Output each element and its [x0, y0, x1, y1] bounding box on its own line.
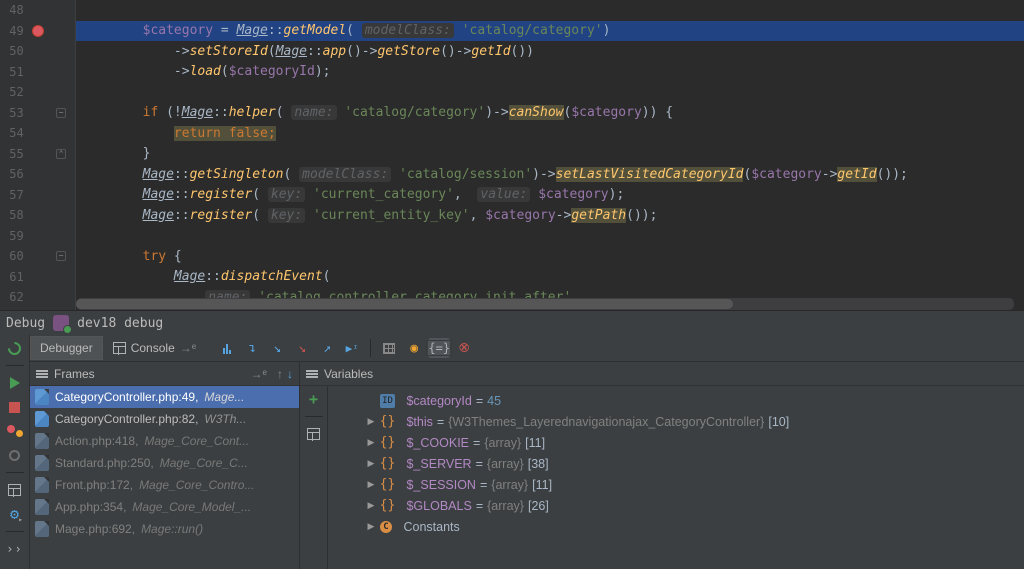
- variable-row[interactable]: ID $categoryId = 45: [328, 390, 1024, 411]
- step-out-button[interactable]: ↗: [316, 338, 338, 358]
- frames-header: Frames →ᵉ ↑ ↓: [30, 362, 299, 386]
- code-lines[interactable]: $category = Mage::getModel( modelClass: …: [76, 0, 1024, 308]
- add-watch-button[interactable]: +: [305, 390, 323, 408]
- file-icon: [35, 499, 49, 515]
- file-icon: [35, 455, 49, 471]
- variables-toggle[interactable]: {=}: [428, 338, 450, 358]
- variable-row[interactable]: ▶{} $this = {W3Themes_Layerednavigationa…: [328, 411, 1024, 432]
- file-icon: [35, 477, 49, 493]
- object-icon: {}: [380, 457, 395, 471]
- code-line-52[interactable]: [76, 82, 1024, 103]
- close-session-button[interactable]: ⮿: [453, 338, 475, 358]
- code-line-54[interactable]: return false;: [76, 123, 1024, 144]
- code-line-56[interactable]: Mage::getSingleton( modelClass: 'catalog…: [76, 164, 1024, 185]
- expand-toggle[interactable]: ▶: [366, 479, 376, 490]
- code-line-49[interactable]: $category = Mage::getModel( modelClass: …: [76, 21, 1024, 42]
- stack-frame[interactable]: Action.php:418, Mage_Core_Cont...: [30, 430, 299, 452]
- watches-layout-button[interactable]: [305, 425, 323, 443]
- frames-list[interactable]: CategoryController.php:49, Mage...Catego…: [30, 386, 299, 569]
- layout-button[interactable]: [6, 481, 24, 499]
- constants-icon: C: [380, 521, 392, 533]
- variable-row[interactable]: ▶{} $_SERVER = {array} [38]: [328, 453, 1024, 474]
- expand-toggle[interactable]: ▶: [366, 458, 376, 469]
- object-icon: {}: [380, 436, 395, 450]
- expand-toggle[interactable]: ▶: [366, 521, 376, 532]
- variable-row[interactable]: ▶{} $_SESSION = {array} [11]: [328, 474, 1024, 495]
- code-editor[interactable]: 484950515253−5455⌃5657585960−6162 $categ…: [0, 0, 1024, 310]
- expand-toggle[interactable]: ▶: [366, 437, 376, 448]
- editor-gutter[interactable]: 484950515253−5455⌃5657585960−6162: [0, 0, 76, 310]
- variable-row[interactable]: ▶{} $GLOBALS = {array} [26]: [328, 495, 1024, 516]
- debug-tool-window: ⚙ ›› Debugger Console→ᵉ ↴ ↘ ↘ ↗ ▶ᶦ ◉ {=}…: [0, 335, 1024, 569]
- settings-button[interactable]: ⚙: [6, 505, 24, 523]
- debug-header: Debug dev18 debug: [0, 310, 1024, 335]
- stop-button[interactable]: [6, 398, 24, 416]
- variables-pane: Variables + ID $categoryId = 45▶{} $this…: [300, 362, 1024, 569]
- file-icon: [35, 521, 49, 537]
- horizontal-scrollbar[interactable]: [76, 298, 1014, 310]
- variables-icon: [306, 370, 318, 378]
- code-line-57[interactable]: Mage::register( key: 'current_category',…: [76, 185, 1024, 206]
- variables-toolbar: +: [300, 386, 328, 569]
- run-config-name: dev18 debug: [77, 316, 163, 331]
- object-icon: {}: [380, 499, 395, 513]
- stack-frame[interactable]: Standard.php:250, Mage_Core_C...: [30, 452, 299, 474]
- resume-button[interactable]: [6, 374, 24, 392]
- variables-tree[interactable]: ID $categoryId = 45▶{} $this = {W3Themes…: [328, 386, 1024, 569]
- expand-toggle[interactable]: ▶: [366, 416, 376, 427]
- object-icon: {}: [380, 415, 395, 429]
- variable-row[interactable]: ▶{} $_COOKIE = {array} [11]: [328, 432, 1024, 453]
- more-button[interactable]: ››: [6, 540, 24, 558]
- stack-frame[interactable]: Mage.php:692, Mage::run(): [30, 518, 299, 540]
- variables-header: Variables: [300, 362, 1024, 386]
- tab-console[interactable]: Console→ᵉ: [103, 336, 207, 360]
- debug-panes: Frames →ᵉ ↑ ↓ CategoryController.php:49,…: [30, 362, 1024, 569]
- code-line-51[interactable]: ->load($categoryId);: [76, 62, 1024, 83]
- variable-row[interactable]: ▶C Constants: [328, 516, 1024, 537]
- run-to-cursor-button[interactable]: ▶ᶦ: [341, 338, 363, 358]
- stack-frame[interactable]: Front.php:172, Mage_Core_Contro...: [30, 474, 299, 496]
- file-icon: [35, 389, 49, 405]
- code-line-58[interactable]: Mage::register( key: 'current_entity_key…: [76, 205, 1024, 226]
- file-icon: [35, 411, 49, 427]
- step-over-button[interactable]: ↴: [241, 338, 263, 358]
- code-line-59[interactable]: [76, 226, 1024, 247]
- expand-toggle[interactable]: ▶: [366, 500, 376, 511]
- frames-pane: Frames →ᵉ ↑ ↓ CategoryController.php:49,…: [30, 362, 300, 569]
- mute-breakpoints-button[interactable]: [6, 446, 24, 464]
- debug-main: Debugger Console→ᵉ ↴ ↘ ↘ ↗ ▶ᶦ ◉ {=} ⮿: [30, 335, 1024, 569]
- thread-selector-arrow[interactable]: →ᵉ: [251, 367, 267, 381]
- rerun-button[interactable]: [6, 339, 24, 357]
- next-frame-button[interactable]: ↓: [287, 367, 293, 381]
- id-icon: ID: [380, 394, 395, 408]
- prev-frame-button[interactable]: ↑: [277, 367, 283, 381]
- object-icon: {}: [380, 478, 395, 492]
- at-icon[interactable]: ◉: [403, 338, 425, 358]
- step-into-button[interactable]: ↘: [266, 338, 288, 358]
- code-line-50[interactable]: ->setStoreId(Mage::app()->getStore()->ge…: [76, 41, 1024, 62]
- code-line-55[interactable]: }: [76, 144, 1024, 165]
- debug-left-toolbar: ⚙ ››: [0, 335, 30, 569]
- force-step-into-button[interactable]: ↘: [291, 338, 313, 358]
- scrollbar-thumb[interactable]: [76, 299, 733, 309]
- code-line-48[interactable]: [76, 0, 1024, 21]
- code-line-53[interactable]: if (!Mage::helper( name: 'catalog/catego…: [76, 103, 1024, 124]
- file-icon: [35, 433, 49, 449]
- code-line-60[interactable]: try {: [76, 246, 1024, 267]
- frames-icon: [36, 370, 48, 378]
- show-execution-point-button[interactable]: [216, 338, 238, 358]
- debug-label: Debug: [6, 316, 45, 331]
- stack-frame[interactable]: CategoryController.php:82, W3Th...: [30, 408, 299, 430]
- evaluate-expression-button[interactable]: [378, 338, 400, 358]
- view-breakpoints-button[interactable]: [6, 422, 24, 440]
- debug-tab-row: Debugger Console→ᵉ ↴ ↘ ↘ ↗ ▶ᶦ ◉ {=} ⮿: [30, 335, 1024, 362]
- code-line-61[interactable]: Mage::dispatchEvent(: [76, 267, 1024, 288]
- stack-frame[interactable]: CategoryController.php:49, Mage...: [30, 386, 299, 408]
- run-config-icon: [53, 315, 69, 331]
- tab-debugger[interactable]: Debugger: [30, 336, 103, 360]
- stack-frame[interactable]: App.php:354, Mage_Core_Model_...: [30, 496, 299, 518]
- breakpoint-icon[interactable]: [32, 25, 44, 37]
